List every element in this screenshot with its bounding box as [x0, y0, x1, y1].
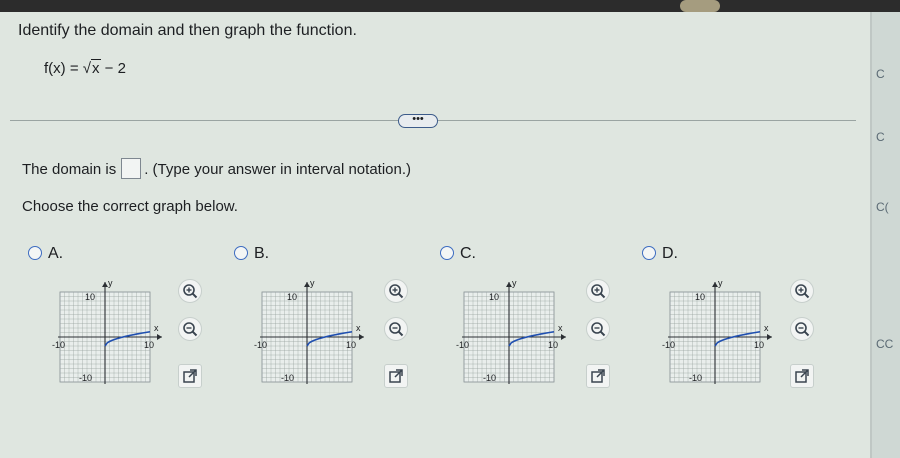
zoom-in-icon[interactable] [384, 279, 408, 303]
y-tick-top: 10 [695, 292, 705, 302]
y-tick-top: 10 [287, 292, 297, 302]
right-strip-letter: C [876, 130, 885, 144]
external-link-icon[interactable] [178, 364, 202, 388]
x-tick-right: 10 [144, 340, 154, 350]
radio-button[interactable] [642, 246, 656, 260]
domain-answer-input[interactable] [121, 158, 142, 179]
zoom-out-icon[interactable] [178, 317, 202, 341]
function-radicand: x [91, 59, 101, 77]
y-tick-top: 10 [489, 292, 499, 302]
zoom-in-icon[interactable] [586, 279, 610, 303]
graph-b-plot: yx1010-10-10 [254, 278, 364, 384]
y-tick-bottom: -10 [483, 373, 496, 383]
zoom-in-icon[interactable] [178, 279, 202, 303]
question-prompt: Identify the domain and then graph the f… [18, 22, 357, 39]
x-tick-left: -10 [662, 340, 675, 350]
y-tick-bottom: -10 [281, 373, 294, 383]
x-axis-label: x [764, 323, 769, 333]
option-b[interactable]: B. [234, 245, 269, 263]
zoom-out-icon[interactable] [586, 317, 610, 341]
graph-c-plot: yx1010-10-10 [456, 278, 566, 384]
y-tick-bottom: -10 [79, 373, 92, 383]
option-a[interactable]: A. [28, 245, 63, 263]
option-label: C. [460, 245, 476, 262]
option-label: D. [662, 245, 678, 262]
zoom-out-icon[interactable] [384, 317, 408, 341]
choose-graph-text: Choose the correct graph below. [22, 198, 238, 215]
domain-text-before: The domain is [22, 161, 117, 178]
y-tick-bottom: -10 [689, 373, 702, 383]
external-link-icon[interactable] [384, 364, 408, 388]
external-link-icon[interactable] [586, 364, 610, 388]
y-axis-label: y [108, 278, 113, 288]
radio-button[interactable] [28, 246, 42, 260]
domain-prompt: The domain is . (Type your answer in inte… [22, 158, 411, 179]
radio-button[interactable] [440, 246, 454, 260]
y-tick-top: 10 [85, 292, 95, 302]
option-label: B. [254, 245, 270, 262]
function-rest: − 2 [100, 60, 126, 77]
graph-c[interactable]: y x 10 10 -10 -10 [454, 272, 574, 384]
graph-a-plot: yx1010-10-10 [52, 278, 162, 384]
more-options-button[interactable]: ••• [398, 114, 438, 128]
x-axis-label: x [558, 323, 563, 333]
y-axis-label: y [512, 278, 517, 288]
right-strip-letter: CC [876, 337, 894, 351]
x-tick-right: 10 [346, 340, 356, 350]
graph-d[interactable]: y x 10 10 -10 -10 [660, 272, 780, 384]
external-link-icon[interactable] [790, 364, 814, 388]
graph-b[interactable]: y x 10 10 -10 -10 [252, 272, 372, 384]
light-glare [680, 0, 720, 12]
x-tick-left: -10 [456, 340, 469, 350]
option-c[interactable]: C. [440, 245, 476, 263]
top-bar [0, 0, 900, 12]
right-strip-letter: C [876, 67, 885, 81]
radical-sign: √ [82, 60, 91, 77]
x-tick-right: 10 [548, 340, 558, 350]
function-expression: f(x) = √x − 2 [44, 59, 126, 77]
right-strip-letter: C( [876, 200, 889, 214]
graph-a[interactable]: y x 10 10 -10 -10 [50, 272, 170, 384]
graph-d-plot: yx1010-10-10 [662, 278, 772, 384]
radio-button[interactable] [234, 246, 248, 260]
x-axis-label: x [154, 323, 159, 333]
option-label: A. [48, 245, 64, 262]
function-lhs: f(x) = [44, 60, 83, 77]
x-tick-left: -10 [254, 340, 267, 350]
zoom-in-icon[interactable] [790, 279, 814, 303]
domain-text-after: . (Type your answer in interval notation… [144, 161, 412, 178]
option-d[interactable]: D. [642, 245, 678, 263]
y-axis-label: y [310, 278, 315, 288]
x-tick-right: 10 [754, 340, 764, 350]
zoom-out-icon[interactable] [790, 317, 814, 341]
right-panel-strip: C C C( CC [870, 12, 900, 458]
y-axis-label: y [718, 278, 723, 288]
x-tick-left: -10 [52, 340, 65, 350]
x-axis-label: x [356, 323, 361, 333]
